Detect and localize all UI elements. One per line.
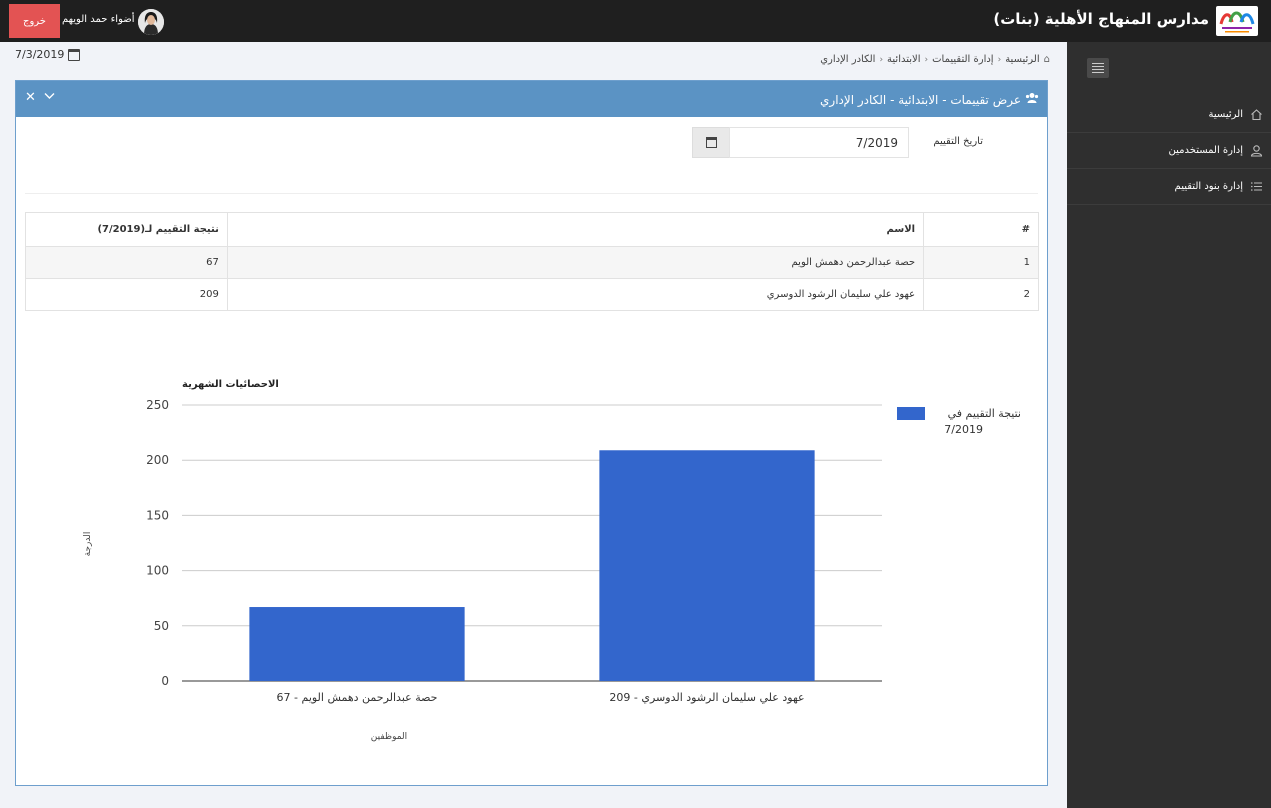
x-axis-title: الموظفين — [371, 732, 407, 742]
row-name: عهود علي سليمان الرشود الدوسري — [226, 278, 925, 311]
row-score: 67 — [25, 246, 228, 279]
logout-button[interactable]: خروج — [9, 4, 60, 38]
x-tick-label: حصة عبدالرحمن دهمش الويم - 67 — [277, 691, 438, 704]
school-logo[interactable] — [1216, 6, 1258, 36]
menu-line — [1092, 69, 1104, 70]
legend-label: نتيجة التقييم في 7/2019 — [944, 407, 1021, 436]
y-tick-label: 200 — [146, 453, 169, 467]
sidebar-item-label: الرئيسية — [1208, 109, 1243, 120]
monthly-stats-chart: الاحصائيات الشهرية 0 50 100 150 200 250 حصة عبد… — [16, 371, 1047, 771]
row-number: 2 — [923, 278, 1039, 311]
home-icon: ⌂ — [1043, 54, 1050, 65]
breadcrumb-separator: ‹ — [879, 54, 884, 65]
close-icon[interactable]: ✕ — [25, 90, 36, 105]
sidebar-toggle-button[interactable] — [1087, 58, 1109, 78]
y-tick-label: 150 — [146, 508, 169, 522]
table-row: 2 عهود علي سليمان الرشود الدوسري 209 — [25, 278, 1039, 311]
panel-title-text: عرض تقييمات - الابتدائية - الكادر الإدار… — [820, 92, 1021, 107]
y-tick-label: 250 — [146, 398, 169, 412]
menu-line — [1092, 66, 1104, 67]
home-icon — [1249, 108, 1263, 122]
row-name: حصة عبدالرحمن دهمش الويم — [226, 246, 925, 279]
current-date-text: 7/3/2019 — [15, 48, 65, 61]
y-tick-label: 100 — [146, 564, 169, 578]
sidebar-item-home[interactable]: الرئيسية — [1067, 97, 1271, 133]
calendar-button[interactable] — [692, 127, 729, 158]
users-icon — [1025, 92, 1039, 107]
table-row: 1 حصة عبدالرحمن دهمش الويم 67 — [25, 246, 1039, 279]
user-name[interactable]: أضواء حمد الويهم — [62, 14, 135, 25]
breadcrumb: ⌂ الرئيسية ‹ إدارة التقييمات ‹ الابتدائي… — [820, 54, 1050, 65]
bar — [599, 450, 815, 681]
row-score: 209 — [25, 278, 228, 311]
divider — [25, 193, 1038, 194]
bar — [249, 607, 465, 681]
results-table: # الاسم نتيجة التقييم لـ(7/2019) 1 حصة ع… — [25, 212, 1039, 311]
sidebar-item-label: إدارة بنود التقييم — [1174, 181, 1243, 192]
current-date: 7/3/2019 — [15, 48, 81, 61]
menu-line — [1092, 63, 1104, 64]
legend-swatch — [897, 407, 925, 420]
sidebar: الرئيسية إدارة المستخدمين إدارة بنود الت… — [1067, 42, 1271, 808]
user-icon — [1249, 144, 1263, 158]
column-header-score: نتيجة التقييم لـ(7/2019) — [25, 212, 228, 247]
brand-title[interactable]: مدارس المنهاج الأهلية (بنات) — [993, 10, 1209, 28]
evaluation-date-picker — [692, 127, 909, 158]
breadcrumb-separator: ‹ — [997, 54, 1002, 65]
row-number: 1 — [923, 246, 1039, 279]
column-header-number: # — [923, 212, 1039, 247]
column-header-name: الاسم — [226, 212, 925, 247]
y-axis-title: الدرجة — [83, 532, 93, 557]
chevron-down-icon[interactable] — [44, 90, 55, 105]
y-tick-label: 50 — [154, 619, 169, 633]
sidebar-item-users[interactable]: إدارة المستخدمين — [1067, 133, 1271, 169]
sidebar-item-label: إدارة المستخدمين — [1168, 145, 1244, 156]
calendar-icon — [68, 48, 81, 61]
breadcrumb-separator: ‹ — [924, 54, 929, 65]
chart-svg: الاحصائيات الشهرية 0 50 100 150 200 250 حصة عبد… — [83, 379, 1021, 742]
panel-tools: ✕ — [25, 90, 55, 105]
panel-header: عرض تقييمات - الابتدائية - الكادر الإدار… — [16, 81, 1047, 117]
menu-line — [1092, 72, 1104, 73]
avatar[interactable] — [138, 9, 164, 35]
evaluation-panel: عرض تقييمات - الابتدائية - الكادر الإدار… — [15, 80, 1048, 786]
breadcrumb-item-primary[interactable]: الابتدائية — [887, 54, 920, 65]
x-tick-label: عهود علي سليمان الرشود الدوسري - 209 — [609, 691, 804, 704]
evaluation-date-input[interactable] — [729, 127, 909, 158]
calendar-icon — [705, 137, 717, 148]
evaluation-date-label: تاريخ التقييم — [933, 136, 983, 147]
breadcrumb-item-home[interactable]: الرئيسية — [1005, 54, 1039, 65]
table-header-row: # الاسم نتيجة التقييم لـ(7/2019) — [25, 212, 1039, 247]
panel-title: عرض تقييمات - الابتدائية - الكادر الإدار… — [820, 92, 1039, 107]
chart-title: الاحصائيات الشهرية — [182, 379, 279, 390]
list-icon — [1249, 180, 1263, 194]
y-tick-label: 0 — [161, 674, 169, 688]
top-bar: خروج أضواء حمد الويهم مدارس المنهاج الأه… — [0, 0, 1271, 42]
sidebar-item-evaluation-items[interactable]: إدارة بنود التقييم — [1067, 169, 1271, 205]
sidebar-menu: الرئيسية إدارة المستخدمين إدارة بنود الت… — [1067, 97, 1271, 205]
breadcrumb-item-evaluations[interactable]: إدارة التقييمات — [932, 54, 993, 65]
breadcrumb-item-admin-staff: الكادر الإداري — [820, 54, 876, 65]
